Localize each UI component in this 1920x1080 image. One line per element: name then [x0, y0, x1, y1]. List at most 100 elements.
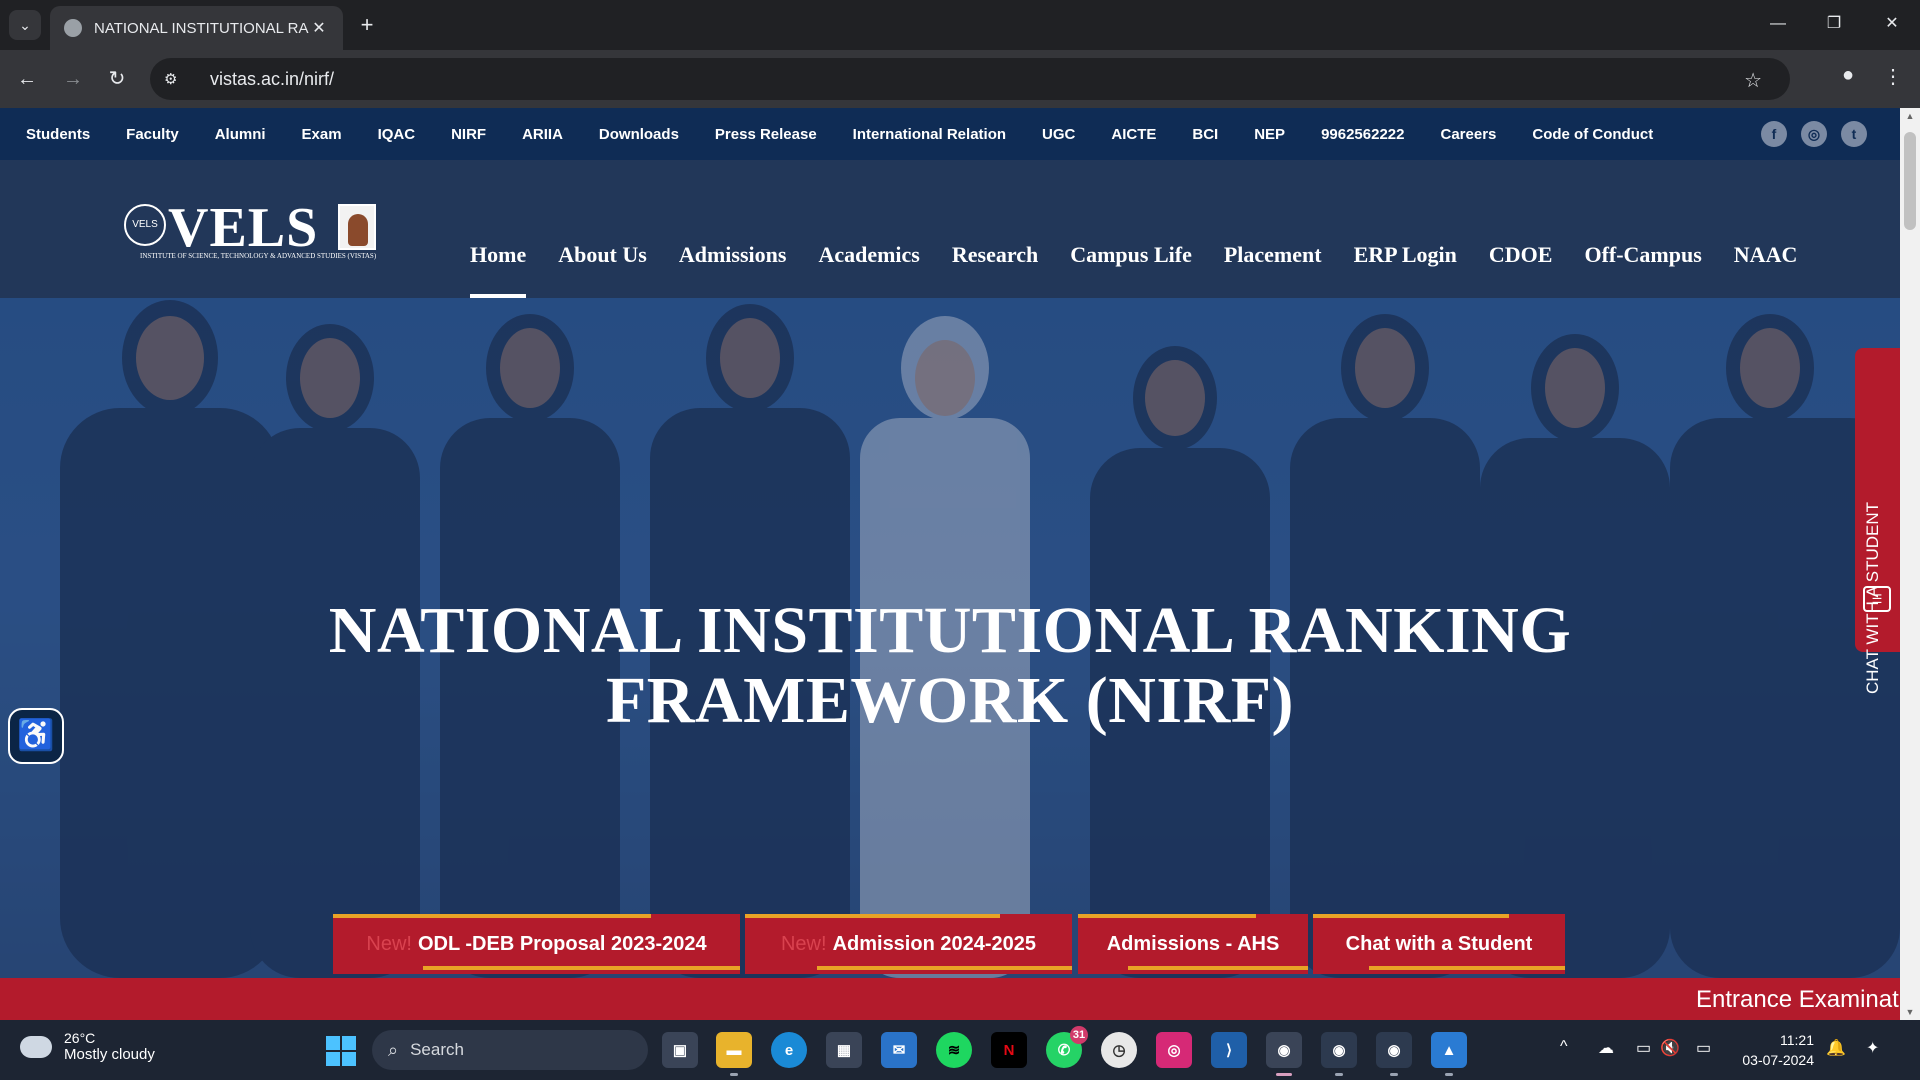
browser-tab-active[interactable]: NATIONAL INSTITUTIONAL RAN ✕: [50, 6, 343, 50]
twitter-icon[interactable]: t: [1841, 121, 1867, 147]
facebook-icon[interactable]: f: [1761, 121, 1787, 147]
forward-arrow-icon[interactable]: →: [58, 64, 88, 94]
ticker-text: Entrance Examination: [1696, 986, 1900, 1013]
quicklink-admission-2024[interactable]: New! Admission 2024-2025: [745, 914, 1072, 974]
whatsapp-unread-badge: 31: [1070, 1026, 1088, 1044]
chat-with-student-tab[interactable]: CHAT WITH A STUDENT ☰: [1855, 348, 1900, 694]
taskbar-search[interactable]: ⌕ Search: [372, 1030, 648, 1070]
gold-accent-bar: [1128, 966, 1308, 970]
chrome-profile-icon[interactable]: ◉: [1376, 1032, 1412, 1076]
chrome-profile-icon[interactable]: ◉: [1321, 1032, 1357, 1076]
clock-app-icon[interactable]: ◷: [1101, 1032, 1137, 1068]
nav-campus-life[interactable]: Campus Life: [1070, 242, 1192, 268]
nav-naac[interactable]: NAAC: [1734, 242, 1798, 268]
chevron-up-icon[interactable]: ^: [1560, 1038, 1568, 1056]
nav-admissions[interactable]: Admissions: [679, 242, 787, 268]
tab-search-button[interactable]: ⌄: [9, 10, 41, 40]
topbar-link-alumni[interactable]: Alumni: [215, 126, 266, 143]
cloud-icon: [20, 1029, 52, 1058]
battery-icon[interactable]: ▭: [1696, 1038, 1711, 1058]
mail-icon[interactable]: ✉: [881, 1032, 917, 1068]
logo-tagline: INSTITUTE OF SCIENCE, TECHNOLOGY & ADVAN…: [140, 252, 377, 260]
topbar-link-aicte[interactable]: AICTE: [1111, 126, 1156, 143]
nav-cdoe[interactable]: CDOE: [1489, 242, 1553, 268]
scroll-up-arrow-icon[interactable]: ▲: [1900, 108, 1920, 124]
quicklink-odl-deb-proposal[interactable]: New! ODL -DEB Proposal 2023-2024: [333, 914, 740, 974]
quicklink-chat-with-student[interactable]: Chat with a Student: [1313, 914, 1565, 974]
notification-bell-icon[interactable]: 🔔: [1826, 1038, 1846, 1058]
url-text[interactable]: vistas.ac.in/nirf/: [210, 69, 334, 90]
task-view-icon[interactable]: ▣: [662, 1032, 698, 1068]
topbar-link-exam[interactable]: Exam: [302, 126, 342, 143]
quicklink-label: Admissions - AHS: [1106, 932, 1280, 955]
back-arrow-icon[interactable]: ←: [12, 64, 42, 94]
nav-off-campus[interactable]: Off-Campus: [1584, 242, 1701, 268]
volume-muted-icon[interactable]: 🔇: [1660, 1038, 1680, 1058]
topbar-link-code-of-conduct[interactable]: Code of Conduct: [1532, 126, 1653, 143]
nav-placement[interactable]: Placement: [1224, 242, 1322, 268]
topbar-link-ariia[interactable]: ARIIA: [522, 126, 563, 143]
bookmark-star-icon[interactable]: ☆: [1744, 68, 1762, 93]
site-info-icon[interactable]: ⚙: [164, 70, 190, 88]
nav-erp-login[interactable]: ERP Login: [1354, 242, 1457, 268]
nav-research[interactable]: Research: [952, 242, 1038, 268]
quicklink-admissions-ahs[interactable]: Admissions - AHS: [1078, 914, 1308, 974]
gold-accent-bar: [817, 966, 1072, 970]
browser-toolbar: ← → ↻ ⚙ vistas.ac.in/nirf/ ☆ ● ⋮: [0, 50, 1920, 108]
topbar-link-nirf[interactable]: NIRF: [451, 126, 486, 143]
globe-icon: [64, 19, 82, 37]
chrome-icon-active[interactable]: ◉: [1266, 1032, 1302, 1076]
accessibility-icon[interactable]: ♿: [8, 708, 64, 764]
restore-icon[interactable]: ❐: [1814, 10, 1854, 38]
netflix-icon[interactable]: N: [991, 1032, 1027, 1068]
topbar-link-international-relation[interactable]: International Relation: [853, 126, 1006, 143]
photos-app-icon[interactable]: ▲: [1431, 1032, 1467, 1076]
spotify-icon[interactable]: ≋: [936, 1032, 972, 1068]
reload-icon[interactable]: ↻: [102, 64, 132, 94]
profile-icon[interactable]: ●: [1833, 64, 1863, 94]
chat-icon: ☰: [1863, 586, 1891, 612]
copilot-icon[interactable]: ✦: [1866, 1038, 1879, 1058]
file-explorer-icon[interactable]: ▬: [716, 1032, 752, 1076]
page-title-line-2: FRAMEWORK (NIRF): [605, 664, 1295, 737]
topbar-phone-number[interactable]: 9962562222: [1321, 126, 1404, 143]
topbar-link-careers[interactable]: Careers: [1441, 126, 1497, 143]
topbar-link-faculty[interactable]: Faculty: [126, 126, 179, 143]
page-scrollbar[interactable]: ▲ ▼: [1900, 108, 1920, 1020]
logo-emblem: VELS: [124, 204, 166, 246]
topbar-link-bci[interactable]: BCI: [1192, 126, 1218, 143]
topbar-link-students[interactable]: Students: [26, 126, 90, 143]
vels-logo[interactable]: VELS VELS INSTITUTE OF SCIENCE, TECHNOLO…: [124, 197, 377, 264]
close-window-icon[interactable]: ✕: [1872, 10, 1912, 38]
topbar-link-downloads[interactable]: Downloads: [599, 126, 679, 143]
news-ticker[interactable]: Entrance Examination: [0, 978, 1900, 1020]
minimize-icon[interactable]: —: [1758, 10, 1798, 38]
browser-tab-strip: ⌄ NATIONAL INSTITUTIONAL RAN ✕ + — ❐ ✕: [0, 0, 1920, 50]
weather-widget[interactable]: 26°C Mostly cloudy: [20, 1029, 155, 1063]
instagram-icon[interactable]: ◎: [1801, 121, 1827, 147]
edge-browser-icon[interactable]: e: [771, 1032, 807, 1068]
scrollbar-thumb[interactable]: [1904, 132, 1916, 230]
topbar-link-nep[interactable]: NEP: [1254, 126, 1285, 143]
scroll-down-arrow-icon[interactable]: ▼: [1900, 1004, 1920, 1020]
new-tab-button[interactable]: +: [354, 12, 380, 38]
nav-home[interactable]: Home: [470, 242, 527, 298]
gold-accent-bar: [423, 966, 740, 970]
topbar-link-press-release[interactable]: Press Release: [715, 126, 817, 143]
kebab-menu-icon[interactable]: ⋮: [1880, 64, 1906, 94]
vscode-icon[interactable]: ⟩: [1211, 1032, 1247, 1068]
close-tab-icon[interactable]: ✕: [309, 18, 329, 38]
microsoft-store-icon[interactable]: ▦: [826, 1032, 862, 1068]
whatsapp-icon[interactable]: ✆ 31: [1046, 1026, 1088, 1068]
onedrive-cloud-icon[interactable]: ☁: [1598, 1038, 1614, 1058]
network-icon[interactable]: ▭: [1636, 1038, 1651, 1058]
topbar-link-iqac[interactable]: IQAC: [378, 126, 416, 143]
instagram-app-icon[interactable]: ◎: [1156, 1032, 1192, 1068]
system-clock[interactable]: 11:21 03-07-2024: [1734, 1030, 1814, 1070]
quicklink-label: ODL -DEB Proposal 2023-2024: [417, 932, 707, 955]
address-bar[interactable]: ⚙ vistas.ac.in/nirf/ ☆: [150, 58, 1790, 100]
nav-academics[interactable]: Academics: [818, 242, 919, 268]
topbar-link-ugc[interactable]: UGC: [1042, 126, 1075, 143]
nav-about-us[interactable]: About Us: [558, 242, 647, 268]
windows-start-icon[interactable]: [326, 1036, 356, 1066]
